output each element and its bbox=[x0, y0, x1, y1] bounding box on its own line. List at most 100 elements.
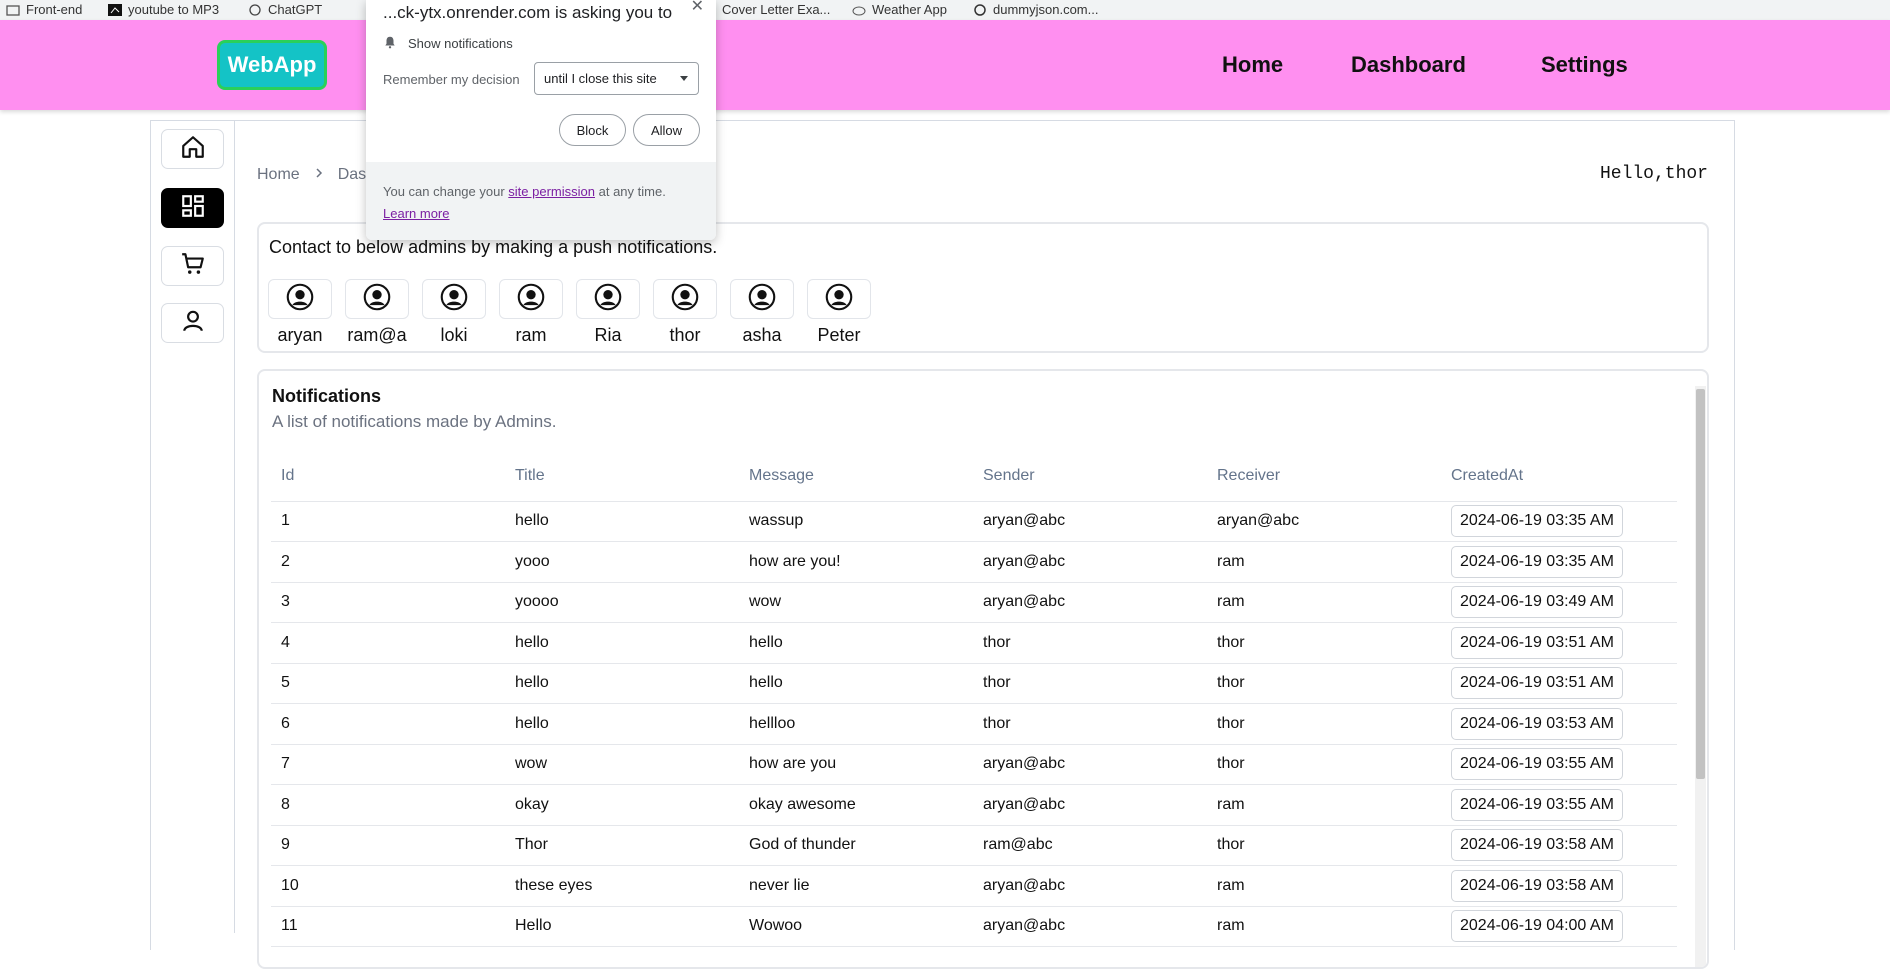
breadcrumb-home[interactable]: Home bbox=[257, 166, 300, 184]
table-cell: Thor bbox=[505, 825, 739, 866]
notifications-card: Notifications A list of notifications ma… bbox=[257, 369, 1709, 969]
notifications-subtitle: A list of notifications made by Admins. bbox=[272, 412, 557, 431]
admin-avatar-button[interactable] bbox=[730, 279, 794, 319]
admin-avatar-button[interactable] bbox=[576, 279, 640, 319]
bookmarks-bar: Front-end youtube to MP3 ChatGPT Cover L… bbox=[0, 0, 1890, 20]
table-cell: ram bbox=[1207, 865, 1441, 907]
user-avatar-icon bbox=[825, 283, 853, 316]
table-cell: God of thunder bbox=[739, 825, 973, 866]
table-row[interactable]: 10 these eyes never lie aryan@abc ram 2024-06… bbox=[271, 865, 1677, 907]
mp3-icon bbox=[108, 3, 122, 16]
table-cell: aryan@abc bbox=[973, 865, 1207, 907]
created-at-badge: 2024-06-19 03:35 AM bbox=[1451, 505, 1623, 538]
admin-item[interactable]: thor bbox=[653, 279, 717, 346]
table-cell: hello bbox=[739, 663, 973, 704]
table-cell: thor bbox=[1207, 622, 1441, 664]
bookmark-chatgpt[interactable]: ChatGPT bbox=[248, 2, 322, 17]
scrollbar-thumb[interactable] bbox=[1696, 389, 1705, 779]
table-row[interactable]: 1 hello wassup aryan@abc aryan@abc 2024-06-19… bbox=[271, 501, 1677, 542]
admin-item[interactable]: Ria bbox=[576, 279, 640, 346]
table-cell: aryan@abc bbox=[973, 744, 1207, 785]
table-row[interactable]: 4 hello hello thor thor 2024-06-19 03:51 AM bbox=[271, 622, 1677, 664]
table-cell: aryan@abc bbox=[973, 582, 1207, 623]
bookmark-front-end[interactable]: Front-end bbox=[6, 2, 82, 17]
user-avatar-icon bbox=[286, 283, 314, 316]
admin-item[interactable]: ram bbox=[499, 279, 563, 346]
admin-item[interactable]: asha bbox=[730, 279, 794, 346]
column-header: Message bbox=[739, 451, 973, 502]
table-cell: Wowoo bbox=[739, 906, 973, 947]
site-permission-link[interactable]: site permission bbox=[508, 184, 595, 199]
column-header: Title bbox=[505, 451, 739, 502]
column-header: Sender bbox=[973, 451, 1207, 502]
nav-dashboard-link[interactable]: Dashboard bbox=[1351, 52, 1466, 78]
chevron-right-icon bbox=[314, 166, 324, 184]
bookmark-weather-app[interactable]: Weather App bbox=[852, 2, 947, 17]
table-cell: 2024-06-19 03:55 AM bbox=[1441, 784, 1677, 826]
close-icon[interactable]: ✕ bbox=[691, 0, 704, 16]
admin-avatar-button[interactable] bbox=[268, 279, 332, 319]
admin-item[interactable]: loki bbox=[422, 279, 486, 346]
nav-settings-link[interactable]: Settings bbox=[1541, 52, 1628, 78]
user-avatar-icon bbox=[363, 283, 391, 316]
created-at-badge: 2024-06-19 03:55 AM bbox=[1451, 748, 1623, 781]
table-row[interactable]: 9 Thor God of thunder ram@abc thor 2024-06-19… bbox=[271, 825, 1677, 866]
column-header: CreatedAt bbox=[1441, 451, 1677, 502]
table-cell: hello bbox=[739, 622, 973, 664]
table-cell: 2024-06-19 03:51 AM bbox=[1441, 622, 1677, 664]
folder-icon bbox=[6, 4, 20, 16]
dashboard-icon bbox=[180, 193, 206, 224]
table-cell: 9 bbox=[271, 825, 505, 866]
table-row[interactable]: 2 yooo how are you! aryan@abc ram 2024-06-19 … bbox=[271, 541, 1677, 583]
bookmark-dummyjson[interactable]: dummyjson.com... bbox=[973, 2, 1098, 17]
sidebar-dashboard-button[interactable] bbox=[161, 188, 224, 228]
table-row[interactable]: 5 hello hello thor thor 2024-06-19 03:51 AM bbox=[271, 663, 1677, 704]
table-cell: Hello bbox=[505, 906, 739, 947]
table-row[interactable]: 6 hello hellloo thor thor 2024-06-19 03:53 AM bbox=[271, 703, 1677, 745]
brand-logo[interactable]: WebApp bbox=[217, 40, 327, 90]
allow-button[interactable]: Allow bbox=[633, 114, 700, 146]
nav-home-link[interactable]: Home bbox=[1222, 52, 1283, 78]
admin-avatar-button[interactable] bbox=[807, 279, 871, 319]
table-row[interactable]: 3 yoooo wow aryan@abc ram 2024-06-19 03:49 AM bbox=[271, 582, 1677, 623]
table-cell: hello bbox=[505, 622, 739, 664]
admin-avatar-button[interactable] bbox=[345, 279, 409, 319]
table-row[interactable]: 11 Hello Wowoo aryan@abc ram 2024-06-19 04:00… bbox=[271, 906, 1677, 947]
notifications-table: Id Title Message Sender Receiver CreatedAt 1h… bbox=[271, 451, 1677, 947]
created-at-badge: 2024-06-19 03:55 AM bbox=[1451, 788, 1623, 821]
table-cell: thor bbox=[973, 663, 1207, 704]
table-cell: 6 bbox=[271, 703, 505, 745]
table-cell: never lie bbox=[739, 865, 973, 907]
table-row[interactable]: 8 okay okay awesome aryan@abc ram 2024-06-19 … bbox=[271, 784, 1677, 826]
sidebar-profile-button[interactable] bbox=[161, 303, 224, 343]
admin-item[interactable]: Peter bbox=[807, 279, 871, 346]
sidebar-home-button[interactable] bbox=[161, 129, 224, 169]
admin-avatar-button[interactable] bbox=[422, 279, 486, 319]
admin-avatar-button[interactable] bbox=[499, 279, 563, 319]
table-cell: yoooo bbox=[505, 582, 739, 623]
table-cell: wassup bbox=[739, 501, 973, 542]
admin-item[interactable]: aryan bbox=[268, 279, 332, 346]
admin-avatar-button[interactable] bbox=[653, 279, 717, 319]
user-avatar-icon bbox=[594, 283, 622, 316]
learn-more-link[interactable]: Learn more bbox=[383, 206, 449, 221]
cart-icon bbox=[180, 251, 206, 282]
created-at-badge: 2024-06-19 03:51 AM bbox=[1451, 626, 1623, 659]
table-cell: wow bbox=[505, 744, 739, 785]
table-cell: yooo bbox=[505, 541, 739, 583]
block-button[interactable]: Block bbox=[559, 114, 626, 146]
sidebar-cart-button[interactable] bbox=[161, 246, 224, 286]
table-cell: these eyes bbox=[505, 865, 739, 907]
bookmark-youtube-mp3[interactable]: youtube to MP3 bbox=[108, 2, 219, 17]
bookmark-cover-letter[interactable]: Cover Letter Exa... bbox=[722, 2, 830, 17]
user-avatar-icon bbox=[748, 283, 776, 316]
table-cell: 2024-06-19 04:00 AM bbox=[1441, 906, 1677, 947]
admin-name: Peter bbox=[817, 325, 861, 345]
table-cell: how are you! bbox=[739, 541, 973, 583]
remember-decision-select[interactable]: until I close this site bbox=[534, 62, 699, 95]
table-cell: thor bbox=[1207, 825, 1441, 866]
table-row[interactable]: 7 wow how are you aryan@abc thor 2024-06-19 0… bbox=[271, 744, 1677, 785]
table-cell: aryan@abc bbox=[1207, 501, 1441, 542]
admin-item[interactable]: ram@a bbox=[345, 279, 409, 346]
user-avatar-icon bbox=[671, 283, 699, 316]
